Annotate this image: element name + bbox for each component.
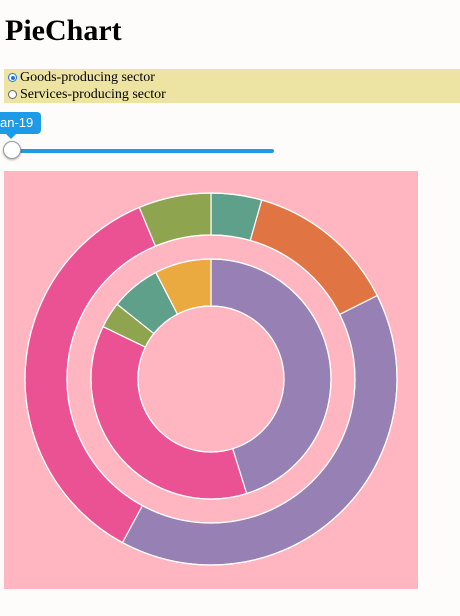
radio-label-services: Services-producing sector: [20, 86, 166, 102]
slider-track[interactable]: [6, 149, 274, 153]
slider-thumb[interactable]: [3, 141, 21, 159]
radio-label-goods: Goods-producing sector: [20, 69, 155, 85]
inner-ring-slice-1[interactable]: [90, 325, 248, 500]
page-title: PieChart: [5, 14, 122, 47]
radio-button-services[interactable]: [8, 90, 17, 99]
radio-option-services[interactable]: Services-producing sector: [4, 86, 460, 103]
sector-radio-group: Goods-producing sector Services-producin…: [4, 69, 460, 103]
slider-value-label: an-19: [0, 112, 42, 139]
chart-container: [4, 171, 418, 589]
donut-chart: [24, 192, 398, 566]
date-slider[interactable]: an-19: [0, 110, 300, 165]
radio-option-goods[interactable]: Goods-producing sector: [4, 69, 460, 86]
inner-ring-edge-inner: [137, 305, 285, 453]
radio-button-goods[interactable]: [8, 73, 17, 82]
outer-ring-slice-2[interactable]: [121, 294, 398, 566]
